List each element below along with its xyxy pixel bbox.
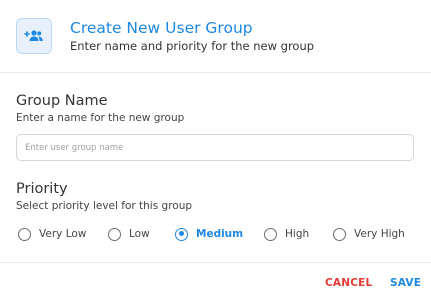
priority-option-very-high[interactable]: Very High — [333, 226, 405, 242]
priority-option-high[interactable]: High — [264, 226, 309, 242]
radio-button[interactable] — [333, 227, 346, 241]
radio-button[interactable] — [18, 227, 31, 241]
group-name-field[interactable] — [16, 134, 414, 161]
radio-button-selected[interactable] — [175, 227, 188, 241]
header-divider — [0, 72, 431, 73]
dialog-subtitle: Enter name and priority for the new grou… — [70, 39, 315, 53]
footer-divider — [0, 262, 431, 263]
priority-option-label: Low — [129, 228, 150, 240]
priority-hint: Select priority level for this group — [16, 200, 193, 212]
priority-option-label: Very Low — [39, 228, 87, 240]
cancel-button[interactable]: CANCEL — [325, 277, 372, 289]
dialog-header: Create New User Group Enter name and pri… — [0, 0, 431, 72]
priority-option-label: Very High — [354, 228, 405, 240]
create-user-group-dialog: Create New User Group Enter name and pri… — [0, 0, 431, 299]
priority-option-label: Medium — [196, 228, 244, 240]
group-name-hint: Enter a name for the new group — [16, 112, 185, 124]
priority-option-label: High — [285, 228, 310, 240]
group-name-input[interactable] — [17, 135, 413, 161]
priority-option-medium[interactable]: Medium — [175, 226, 243, 242]
dialog-title: Create New User Group — [70, 19, 253, 37]
priority-option-low[interactable]: Low — [108, 226, 150, 242]
priority-option-very-low[interactable]: Very Low — [18, 226, 86, 242]
group-name-title: Group Name — [16, 93, 108, 109]
priority-title: Priority — [16, 181, 68, 197]
save-button[interactable]: SAVE — [390, 277, 421, 289]
add-group-icon — [16, 18, 52, 54]
radio-button[interactable] — [264, 227, 277, 241]
radio-button[interactable] — [108, 227, 121, 241]
